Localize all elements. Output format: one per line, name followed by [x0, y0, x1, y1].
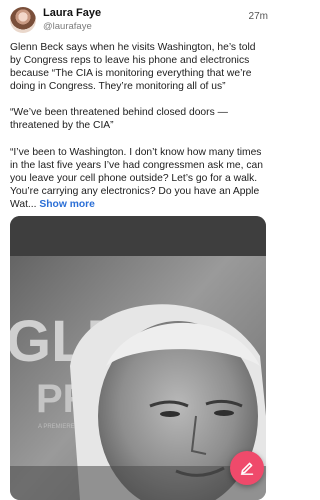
- post-header: Laura Faye @laurafaye 27m: [10, 7, 268, 33]
- post-media-image[interactable]: GLE PR A PREMIERE: [10, 216, 266, 500]
- author-name[interactable]: Laura Faye: [43, 7, 101, 19]
- post-card[interactable]: Laura Faye @laurafaye 27m Glenn Beck say…: [0, 0, 276, 500]
- media-photo: GLE PR A PREMIERE: [10, 216, 266, 500]
- post-paragraph: “We’ve been threatened behind closed doo…: [10, 107, 231, 132]
- post-paragraph: “I’ve been to Washington. I don’t know h…: [10, 146, 268, 211]
- post-timestamp: 27m: [248, 11, 268, 22]
- edit-icon: [240, 462, 254, 475]
- compose-button[interactable]: [230, 451, 264, 485]
- backdrop-small-text: A PREMIERE: [38, 424, 75, 430]
- show-more-link[interactable]: Show more: [39, 199, 95, 210]
- avatar[interactable]: [10, 7, 36, 33]
- post-paragraph: Glenn Beck says when he visits Washingto…: [10, 42, 259, 93]
- author-handle[interactable]: @laurafaye: [43, 21, 92, 32]
- post-body: Glenn Beck says when he visits Washingto…: [10, 41, 268, 224]
